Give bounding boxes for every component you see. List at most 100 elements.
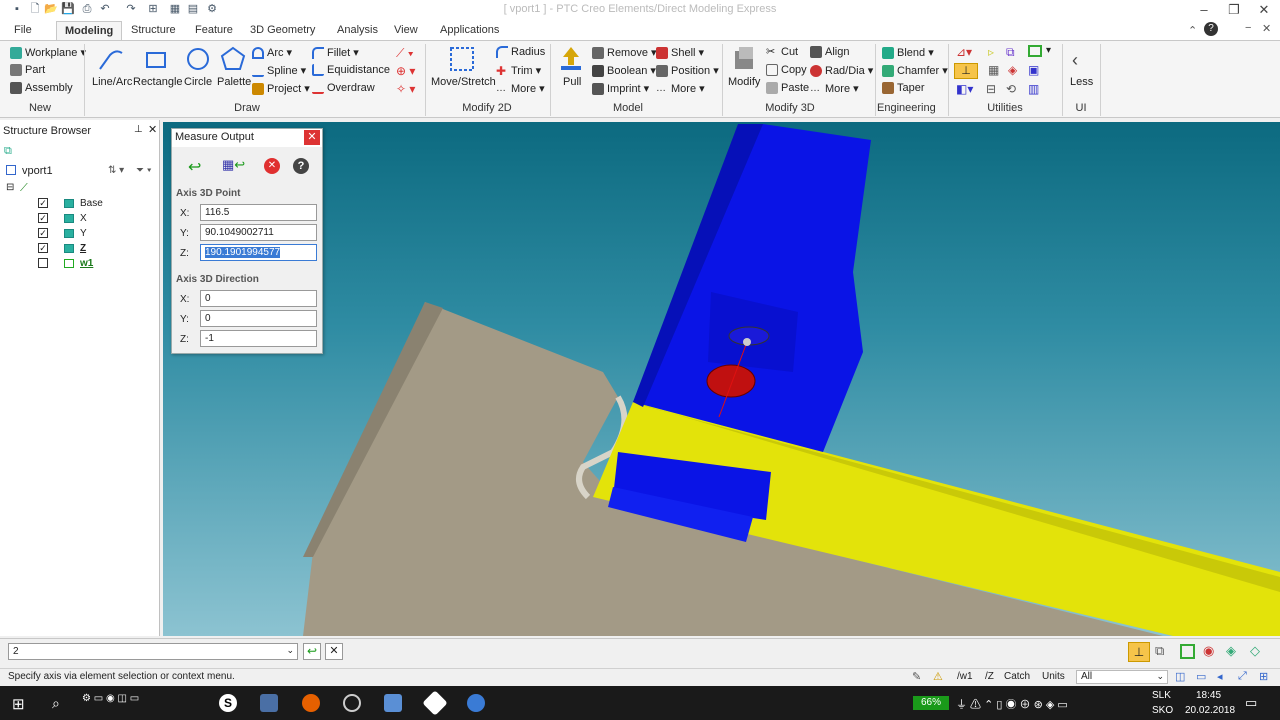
tree-view-icon[interactable]: ⧉ (4, 145, 12, 158)
tree-item-label[interactable]: w1 (80, 258, 93, 269)
warning-icon[interactable]: ⚠ (933, 670, 943, 683)
filter-select[interactable]: All ⌄ (1076, 670, 1168, 684)
copy-button[interactable]: Copy (766, 64, 807, 77)
workplane-button[interactable]: Workplane ▾ (10, 46, 86, 60)
snap-icon[interactable]: ⊟ (986, 82, 996, 96)
minimize-ribbon-icon[interactable]: − (1245, 22, 1251, 34)
network-app-icon[interactable] (260, 694, 278, 712)
shell-button[interactable]: Shell ▾ (656, 46, 704, 60)
axis-mode-icon[interactable]: ⊥ (1128, 642, 1150, 662)
zoom-icon[interactable]: ⊞ (1259, 670, 1268, 683)
close-panel-icon[interactable]: ✕ (148, 123, 157, 136)
chevron-left-icon[interactable]: ‹ (1072, 50, 1078, 71)
less-button[interactable]: Less (1070, 76, 1093, 88)
image-icon[interactable]: ▣ (1028, 63, 1039, 77)
redo-icon[interactable]: ↷ (124, 2, 138, 16)
search-icon[interactable]: ⌕ (52, 695, 60, 712)
arrow-icon[interactable]: ▹ (988, 45, 994, 59)
view-back-icon[interactable]: ◂ (1217, 670, 1223, 683)
command-input[interactable]: 2 ⌄ (8, 643, 298, 660)
more-model-button[interactable]: … More ▾ (656, 82, 705, 95)
tab-analysis[interactable]: Analysis (329, 21, 386, 40)
status-workplane[interactable]: /w1 (957, 671, 973, 682)
help-icon[interactable]: ? (293, 158, 309, 174)
imprint-button[interactable]: Imprint ▾ (592, 82, 649, 96)
catch-button[interactable]: Catch (1004, 671, 1030, 682)
clock-date[interactable]: 20.02.2018 (1185, 705, 1235, 716)
spline-button[interactable]: Spline ▾ (252, 64, 306, 78)
point-x-field[interactable]: 116.5 (200, 204, 317, 221)
tree-item-label[interactable]: Base (80, 198, 103, 209)
construction-tool-icon[interactable]: ✧ ▾ (396, 82, 415, 96)
pin-icon[interactable]: ⊥ (134, 124, 143, 135)
chamfer-button[interactable]: Chamfer ▾ (882, 64, 948, 78)
expand-icon[interactable]: ⊟ (6, 182, 14, 193)
tab-3d-geometry[interactable]: 3D Geometry (242, 21, 323, 40)
part-button[interactable]: Part (10, 64, 45, 77)
tree-root[interactable]: vport1 (22, 165, 53, 177)
tab-applications[interactable]: Applications (432, 21, 507, 40)
tab-view[interactable]: View (386, 21, 426, 40)
help-icon[interactable]: ? (1204, 22, 1218, 36)
circle-button[interactable]: Circle (184, 76, 212, 88)
remove-button[interactable]: Remove ▾ (592, 46, 657, 60)
tab-modeling[interactable]: Modeling (56, 21, 123, 40)
visibility-checkbox[interactable]: ✓ (38, 228, 48, 238)
maximize-button[interactable]: ❐ (1220, 0, 1248, 20)
project-button[interactable]: Project ▾ (252, 82, 310, 96)
tab-file[interactable]: File (6, 21, 40, 40)
pull-button[interactable]: Pull (563, 76, 581, 88)
confirm-icon[interactable]: ↩ (188, 157, 201, 177)
close-dialog-button[interactable]: ✕ (304, 130, 320, 145)
execute-command-button[interactable]: ↩ (303, 643, 321, 660)
rad-dia-button[interactable]: Rad/Dia ▾ (810, 64, 873, 78)
minimize-button[interactable]: – (1190, 0, 1218, 20)
save-icon[interactable]: 💾 (61, 2, 75, 16)
assembly-button[interactable]: Assembly (10, 82, 73, 95)
workplane-mode-icon[interactable] (1180, 644, 1195, 659)
fit-view-icon[interactable]: ⤢ (1238, 670, 1247, 683)
ruler-icon[interactable]: ✎ (912, 670, 921, 683)
filter-icon[interactable]: ⏷ ▾ (136, 165, 152, 176)
3d-viewport[interactable] (163, 122, 1280, 636)
measure-icon[interactable]: ⊿▾ (956, 45, 972, 59)
direction-x-field[interactable]: 0 (200, 290, 317, 307)
undo-icon[interactable]: ↶ (98, 2, 112, 16)
arc-button[interactable]: Arc ▾ (252, 46, 292, 60)
chevron-down-icon[interactable]: ⌄ (286, 645, 294, 656)
equidistance-button[interactable]: Equidistance (312, 64, 390, 77)
feature-mode-icon[interactable]: ◈ (1226, 643, 1236, 659)
fillet-button[interactable]: Fillet ▾ (312, 46, 359, 60)
view-top-icon[interactable]: ▭ (1196, 670, 1206, 683)
view-front-icon[interactable]: ◫ (1175, 670, 1185, 683)
blend-mode-icon[interactable]: ◇ (1250, 643, 1260, 659)
table-confirm-icon[interactable]: ▦↩ (222, 157, 245, 173)
tab-structure[interactable]: Structure (123, 21, 184, 40)
trim-button[interactable]: ✚ Trim ▾ (496, 64, 541, 77)
chrome-app-icon[interactable] (343, 694, 361, 712)
quick-launch-icons[interactable]: ⚙ ▭ ◉ ◫ ▭ (82, 693, 139, 704)
modify-button[interactable]: Modify (728, 76, 760, 88)
direction-z-field[interactable]: -1 (200, 330, 317, 347)
paste-button[interactable]: Paste (766, 82, 809, 95)
palette-button[interactable]: Palette (217, 76, 251, 88)
status-axis[interactable]: /Z (985, 671, 994, 682)
more-3d-button[interactable]: … More ▾ (810, 82, 859, 95)
part-mode-icon[interactable]: ⧉ (1155, 643, 1164, 659)
tree-item-label[interactable]: Z (80, 243, 86, 254)
line-tool-icon[interactable]: ⟋ ▾ (396, 46, 414, 61)
visibility-checkbox[interactable] (38, 258, 48, 268)
overdraw-button[interactable]: Overdraw (312, 82, 375, 95)
notifications-icon[interactable]: ▭ (1245, 695, 1257, 711)
align-button[interactable]: Align (810, 46, 849, 59)
select-icon[interactable]: ⊞ (146, 2, 160, 16)
new-file-icon[interactable]: 🗋 (28, 2, 42, 16)
render-icon[interactable]: ⟲ (1006, 82, 1016, 96)
assembly-mode-icon[interactable]: ◉ (1203, 643, 1214, 659)
position-button[interactable]: Position ▾ (656, 64, 719, 78)
grid-icon[interactable]: ▦ (168, 2, 182, 16)
creo-app-icon[interactable] (384, 694, 402, 712)
close-button[interactable]: ✕ (1250, 0, 1278, 20)
sort-icon[interactable]: ⇅ ▾ (108, 165, 124, 176)
input-language[interactable]: SLK (1152, 690, 1171, 701)
